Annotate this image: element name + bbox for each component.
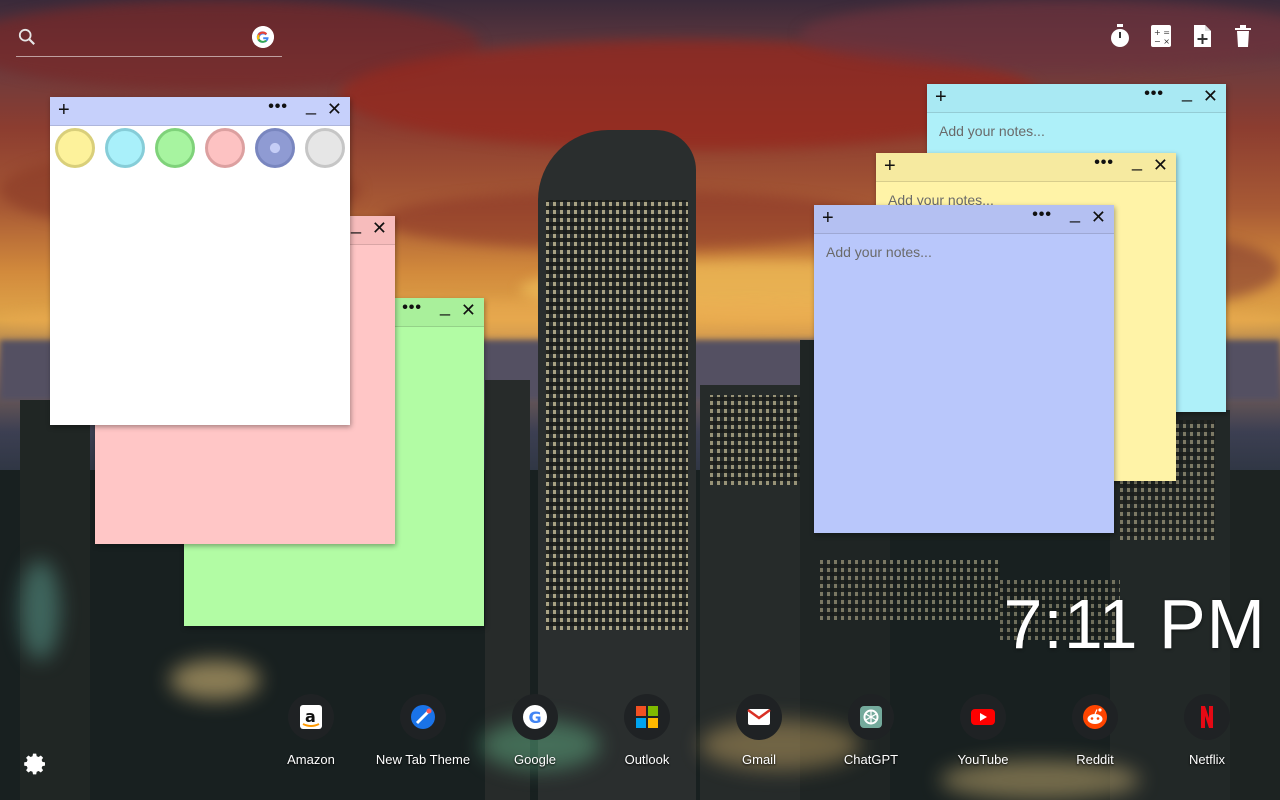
note-textarea[interactable]	[824, 242, 1104, 525]
google-icon[interactable]	[252, 26, 274, 48]
color-swatch-white[interactable]	[305, 128, 345, 168]
color-picker	[50, 126, 350, 178]
timer-icon[interactable]	[1109, 24, 1131, 48]
minimize-button[interactable]: _	[306, 95, 316, 116]
minimize-button[interactable]: _	[1182, 82, 1192, 103]
shortcut-outlook[interactable]: Outlook	[591, 694, 703, 767]
shortcut-reddit[interactable]: Reddit	[1039, 694, 1151, 767]
shortcut-google[interactable]: G Google	[479, 694, 591, 767]
shortcut-label: Outlook	[624, 752, 670, 767]
youtube-icon	[960, 694, 1006, 740]
close-button[interactable]: ✕	[327, 99, 342, 120]
shortcut-label: Netflix	[1188, 752, 1226, 767]
minimize-button[interactable]: _	[440, 296, 450, 317]
search-icon[interactable]	[18, 28, 36, 46]
close-button[interactable]: ✕	[1203, 86, 1218, 107]
search-input[interactable]	[46, 26, 250, 50]
minimize-button[interactable]: _	[1070, 203, 1080, 224]
shortcut-amazon[interactable]: a Amazon	[255, 694, 367, 767]
google-icon: G	[512, 694, 558, 740]
shortcut-label: Amazon	[287, 752, 335, 767]
shortcut-chatgpt[interactable]: ChatGPT	[815, 694, 927, 767]
svg-text:G: G	[529, 708, 542, 727]
shortcut-label: Google	[514, 752, 556, 767]
sticky-note-blue[interactable]: + ••• _ ✕	[814, 203, 1114, 533]
shortcut-dock: a Amazon New Tab Theme G Google Outlook …	[255, 694, 1255, 774]
color-swatch-cyan[interactable]	[105, 128, 145, 168]
shortcut-gmail[interactable]: Gmail	[703, 694, 815, 767]
add-note-icon[interactable]	[1191, 24, 1213, 48]
shortcut-netflix[interactable]: Netflix	[1151, 694, 1263, 767]
shortcut-label: YouTube	[957, 752, 1009, 767]
netflix-icon	[1184, 694, 1230, 740]
note-body	[50, 179, 350, 425]
note-body	[814, 234, 1114, 533]
minimize-button[interactable]: _	[1132, 151, 1142, 172]
trash-icon[interactable]	[1232, 24, 1254, 48]
sticky-note-white[interactable]: + ••• _ ✕	[50, 95, 350, 425]
more-options-button[interactable]: •••	[268, 98, 288, 116]
svg-text:+ =: + =	[1154, 28, 1170, 37]
amazon-icon: a	[288, 694, 334, 740]
toolbar: + = − ×	[1109, 24, 1254, 48]
add-note-button[interactable]: +	[935, 87, 947, 107]
shortcut-label: Reddit	[1076, 752, 1114, 767]
color-swatch-blue[interactable]	[255, 128, 295, 168]
svg-text:a: a	[305, 707, 316, 726]
shortcut-label: Gmail	[742, 752, 776, 767]
shortcut-youtube[interactable]: YouTube	[927, 694, 1039, 767]
shortcut-label: New Tab Theme	[375, 752, 471, 767]
clock: 7:11 PM	[1003, 585, 1266, 663]
color-swatch-green[interactable]	[155, 128, 195, 168]
svg-text:− ×: − ×	[1154, 37, 1170, 46]
note-titlebar[interactable]: + ••• _ ✕	[814, 203, 1114, 234]
chatgpt-icon	[848, 694, 894, 740]
search-bar	[16, 26, 282, 57]
shortcut-label: ChatGPT	[843, 752, 899, 767]
note-textarea[interactable]	[60, 187, 340, 417]
shortcut-new-tab-theme[interactable]: New Tab Theme	[367, 694, 479, 767]
close-button[interactable]: ✕	[372, 218, 387, 239]
more-options-button[interactable]: •••	[402, 299, 422, 317]
color-swatch-yellow[interactable]	[55, 128, 95, 168]
new-tab-theme-icon	[400, 694, 446, 740]
more-options-button[interactable]: •••	[1144, 85, 1164, 103]
add-note-button[interactable]: +	[884, 156, 896, 176]
gmail-icon	[736, 694, 782, 740]
outlook-icon	[624, 694, 670, 740]
close-button[interactable]: ✕	[1091, 207, 1106, 228]
add-note-button[interactable]: +	[58, 100, 70, 120]
note-titlebar[interactable]: + ••• _ ✕	[927, 82, 1226, 113]
more-options-button[interactable]: •••	[1032, 206, 1052, 224]
note-titlebar[interactable]: + ••• _ ✕	[50, 95, 350, 126]
close-button[interactable]: ✕	[1153, 155, 1168, 176]
more-options-button[interactable]: •••	[1094, 154, 1114, 172]
minimize-button[interactable]: _	[351, 214, 361, 235]
color-swatch-pink[interactable]	[205, 128, 245, 168]
calculator-icon[interactable]: + = − ×	[1150, 24, 1172, 48]
add-note-button[interactable]: +	[822, 208, 834, 228]
close-button[interactable]: ✕	[461, 300, 476, 321]
gear-icon[interactable]	[24, 752, 48, 776]
reddit-icon	[1072, 694, 1118, 740]
note-titlebar[interactable]: + ••• _ ✕	[876, 151, 1176, 182]
